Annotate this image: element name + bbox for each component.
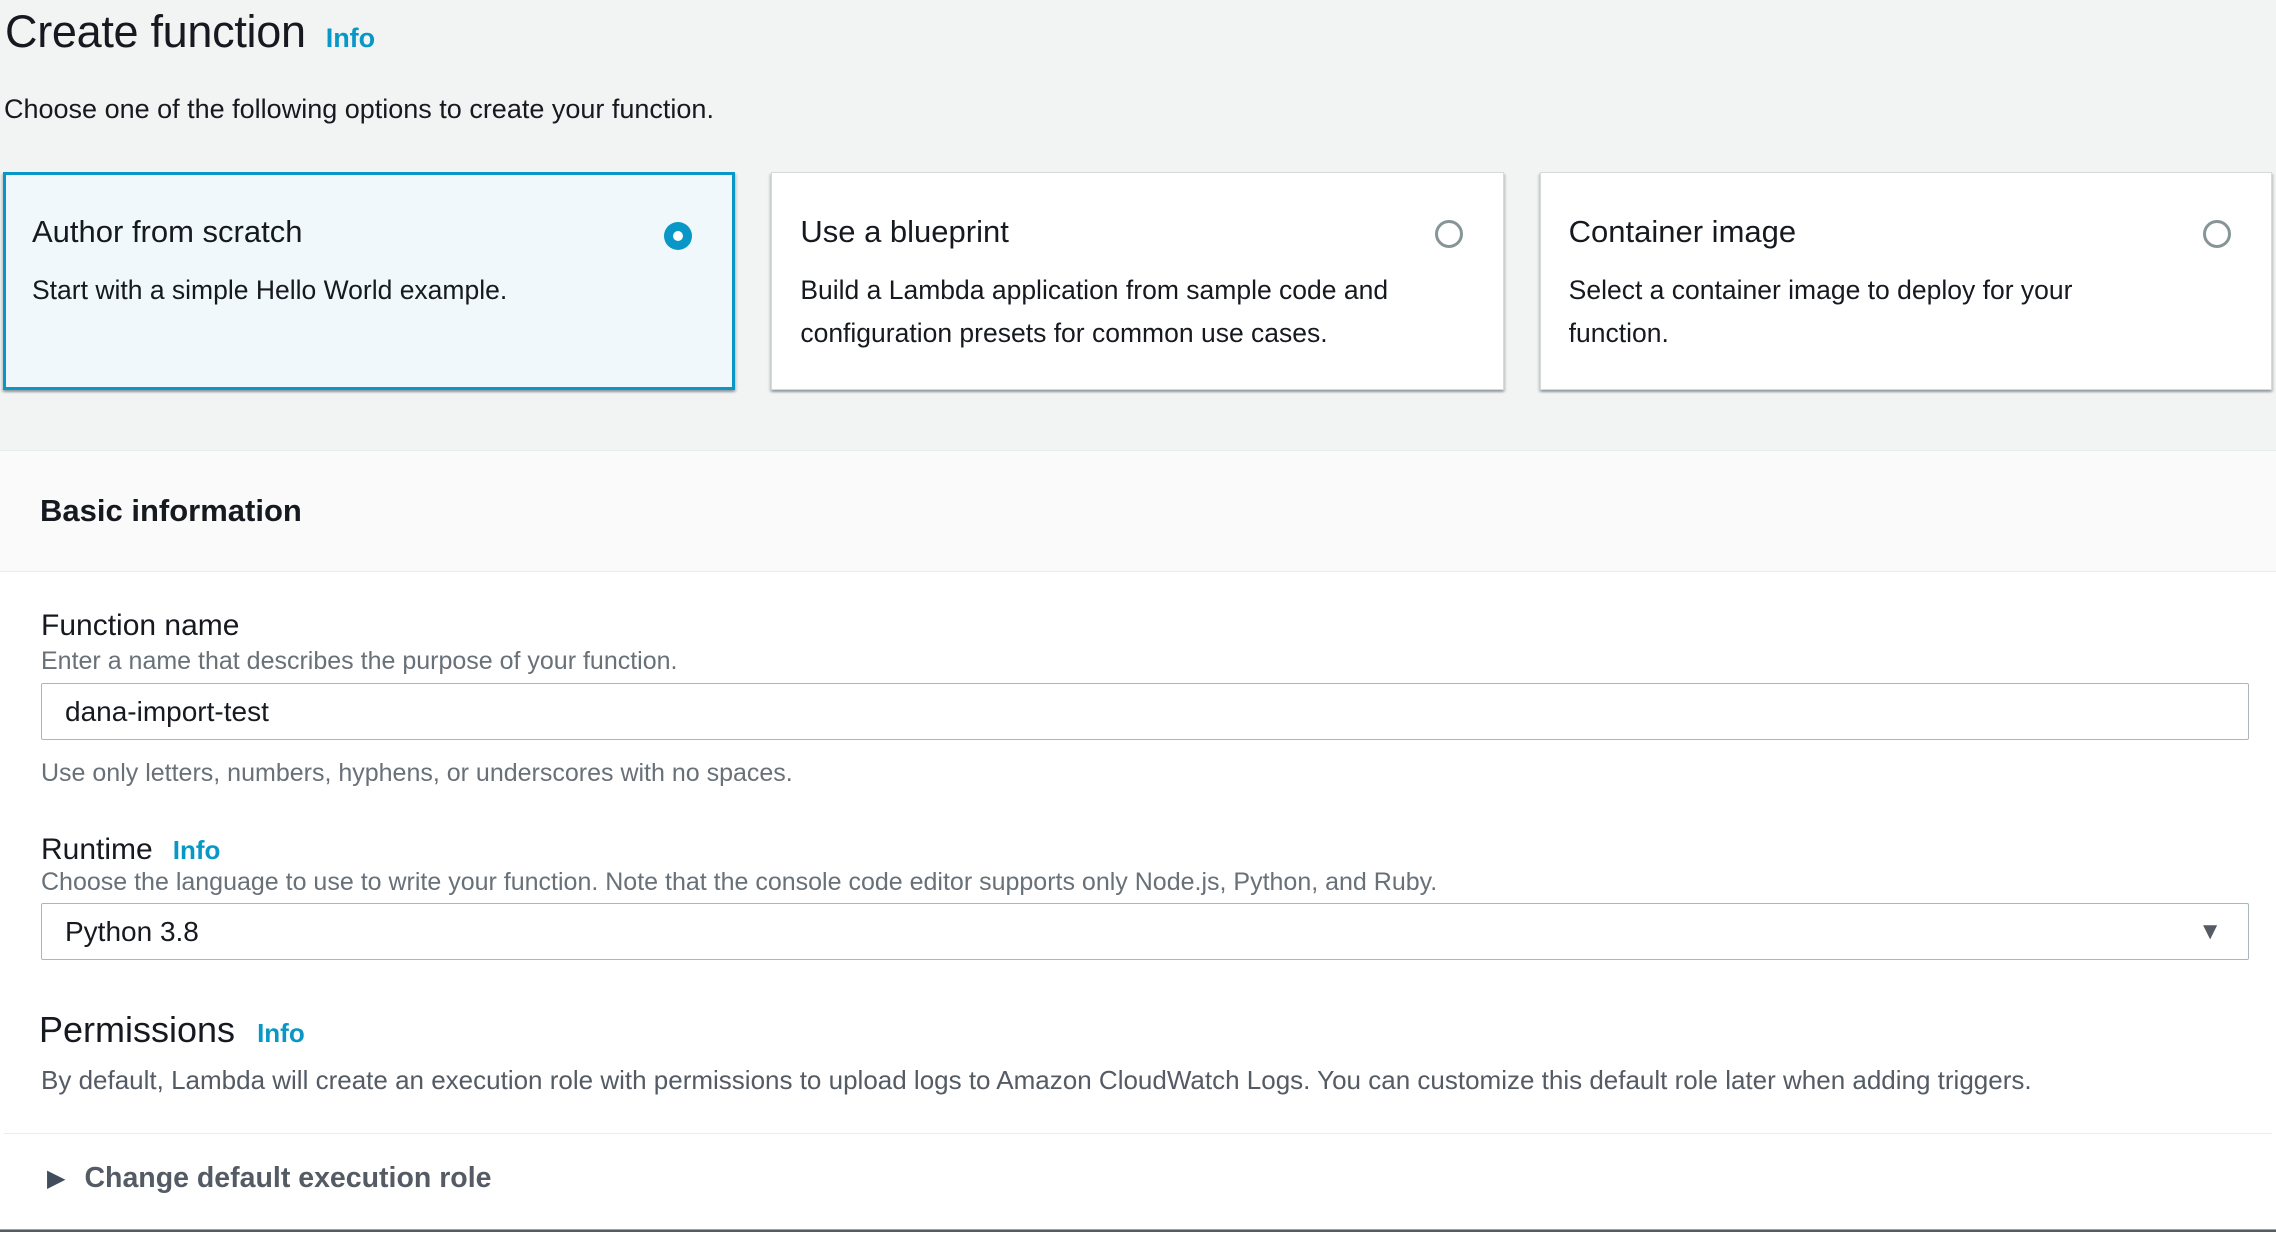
runtime-help: Choose the language to use to write your… bbox=[41, 866, 1437, 899]
basic-information-heading: Basic information bbox=[40, 493, 302, 529]
card-title: Author from scratch bbox=[32, 213, 639, 252]
page-subtitle: Choose one of the following options to c… bbox=[4, 92, 714, 127]
execution-role-expander[interactable]: ▶ Change default execution role bbox=[47, 1160, 491, 1197]
permissions-description: By default, Lambda will create an execut… bbox=[41, 1064, 2032, 1098]
creation-option-cards: Author from scratch Start with a simple … bbox=[3, 172, 2272, 390]
runtime-selected-option: Python 3.8 bbox=[65, 916, 199, 948]
card-title: Use a blueprint bbox=[800, 213, 1407, 252]
section-divider bbox=[4, 1133, 2272, 1134]
permissions-header-row: Permissions Info bbox=[39, 1008, 305, 1051]
title-info-link[interactable]: Info bbox=[326, 22, 375, 54]
create-function-page: Create function Info Choose one of the f… bbox=[0, 0, 2276, 1238]
card-description: Build a Lambda application from sample c… bbox=[800, 269, 1407, 355]
option-card-use-a-blueprint[interactable]: Use a blueprint Build a Lambda applicati… bbox=[771, 172, 1503, 390]
option-card-container-image[interactable]: Container image Select a container image… bbox=[1540, 172, 2272, 390]
runtime-select[interactable]: Python 3.8 ▼ bbox=[41, 903, 2249, 960]
card-description: Start with a simple Hello World example. bbox=[32, 269, 639, 312]
radio-button-icon[interactable] bbox=[2203, 220, 2231, 248]
function-name-label: Function name bbox=[41, 606, 239, 645]
function-name-input[interactable] bbox=[41, 683, 2249, 740]
runtime-label: Runtime bbox=[41, 830, 153, 869]
permissions-info-link[interactable]: Info bbox=[257, 1018, 305, 1049]
runtime-info-link[interactable]: Info bbox=[173, 835, 221, 866]
radio-button-selected-icon[interactable] bbox=[664, 222, 692, 250]
option-card-author-from-scratch[interactable]: Author from scratch Start with a simple … bbox=[3, 172, 735, 390]
function-name-help: Enter a name that describes the purpose … bbox=[41, 645, 678, 678]
caret-down-icon: ▼ bbox=[2198, 920, 2222, 944]
triangle-right-icon: ▶ bbox=[47, 1167, 65, 1191]
radio-button-icon[interactable] bbox=[1435, 220, 1463, 248]
permissions-heading: Permissions bbox=[39, 1008, 235, 1051]
execution-role-label: Change default execution role bbox=[84, 1160, 491, 1197]
bottom-rule bbox=[0, 1229, 2276, 1232]
card-description: Select a container image to deploy for y… bbox=[1569, 269, 2176, 355]
function-name-constraint: Use only letters, numbers, hyphens, or u… bbox=[41, 757, 793, 790]
basic-information-section-header: Basic information bbox=[0, 450, 2276, 572]
page-title: Create function bbox=[5, 4, 306, 60]
page-header: Create function Info bbox=[5, 4, 375, 60]
runtime-label-row: Runtime Info bbox=[41, 830, 220, 869]
card-title: Container image bbox=[1569, 213, 2176, 252]
